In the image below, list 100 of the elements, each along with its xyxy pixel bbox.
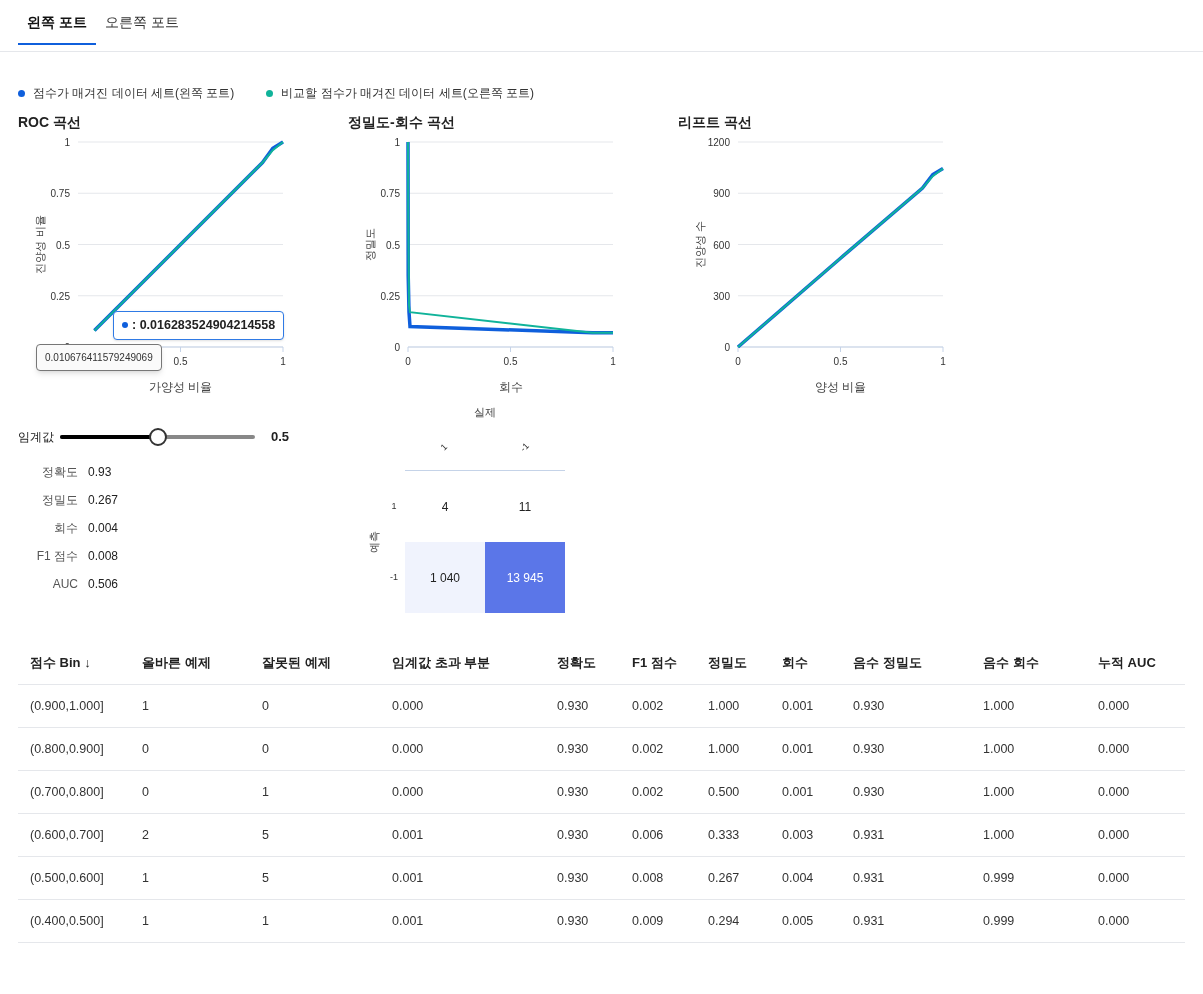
table-cell-text: 0.000	[392, 783, 425, 801]
axis-title: 실제	[474, 405, 496, 420]
table-cell-text: 1.000	[708, 697, 741, 715]
table-cell-text: 1.000	[708, 740, 741, 758]
tick-label: 0.75	[50, 188, 70, 200]
metric-label: 회수	[53, 520, 79, 537]
table-cell-text: 0.930	[853, 740, 886, 758]
tick-label: 1200	[707, 137, 730, 148]
axis-title: 진양성 수	[694, 220, 706, 269]
matrix-cell: 1 040	[405, 542, 485, 613]
table-cell-text: 0.001	[782, 740, 815, 758]
table-cell-text: 0.000	[1098, 912, 1131, 930]
table-cell-text: 0.930	[853, 783, 886, 801]
table-cell-text: 1.000	[983, 783, 1016, 801]
axis-title: 예측	[366, 531, 381, 553]
table-cell-text: 0.930	[557, 869, 590, 887]
table-cell-text: 1	[262, 912, 270, 930]
table-cell-text: 0.931	[853, 869, 886, 887]
table-cell-text: 0.333	[708, 826, 741, 844]
table-cell-text: 1	[142, 697, 150, 715]
table-cell-text: 1	[142, 869, 150, 887]
table-cell-text: 1.000	[983, 826, 1016, 844]
metric-value: 0.004	[88, 520, 119, 537]
tick-label: 0.25	[380, 290, 400, 302]
tooltip: 0.010676411579249069	[36, 344, 162, 371]
axis-title: 진양성 비율	[34, 215, 46, 274]
table-cell-text: 0.931	[853, 912, 886, 930]
tick-label: 0.5	[386, 239, 400, 251]
table-cell-text: 2	[142, 826, 150, 844]
legend-label: 비교할 점수가 매겨진 데이터 세트(오른쪽 포트)	[281, 85, 534, 102]
column-label: 1	[438, 441, 451, 455]
table-cell-text: 5	[262, 826, 270, 844]
table-cell-text: 0.002	[632, 783, 665, 801]
axis-title: 정밀도	[364, 228, 376, 261]
table-cell-text: 0.500	[708, 783, 741, 801]
table-cell-text: 0.003	[782, 826, 815, 844]
metric-label: F1 점수	[35, 548, 79, 565]
table-cell-text: 0.999	[983, 869, 1016, 887]
metric-label: 정확도	[41, 464, 79, 481]
table-cell-text: 0.000	[1098, 697, 1131, 715]
table-cell-text: (0.700,0.800]	[30, 783, 105, 801]
table-cell-text: 0.005	[782, 912, 815, 930]
table-cell-text: 0.000	[1098, 783, 1131, 801]
table-cell-text: (0.800,0.900]	[30, 740, 105, 758]
table-cell-text: 1	[262, 783, 270, 801]
tick-label: 0	[394, 342, 400, 353]
table-cell-text: (0.500,0.600]	[30, 869, 105, 887]
table-cell-text: 0.000	[1098, 740, 1131, 758]
tick-label: 0.25	[50, 290, 70, 302]
table-cell-text: 5	[262, 869, 270, 887]
tick-label: 900	[713, 188, 730, 200]
table-cell-text: 0.294	[708, 912, 741, 930]
chart-title: 리프트 곡선	[678, 113, 753, 132]
tick-label: 1	[280, 356, 286, 367]
tick-label: 1	[64, 137, 70, 148]
table-cell-text: 0.001	[782, 697, 815, 715]
tick-label: 1	[610, 356, 616, 367]
tick-label: 0	[405, 356, 411, 367]
metric-value: 0.506	[88, 576, 119, 593]
tick-label: 1	[394, 137, 400, 148]
axis-title: 회수	[498, 380, 523, 394]
table-cell-text: 0.930	[557, 697, 590, 715]
axis-title: 양성 비율	[814, 380, 867, 394]
table-cell-text: 0.002	[632, 697, 665, 715]
metric-label: AUC	[51, 576, 79, 593]
table-cell-text: 1.000	[983, 697, 1016, 715]
legend-label: 점수가 매겨진 데이터 세트(왼쪽 포트)	[33, 85, 235, 102]
tick-label: 0.5	[56, 239, 70, 251]
matrix-cell: 13 945	[485, 542, 565, 613]
table-cell-text: 0.930	[853, 697, 886, 715]
metric-value: 0.267	[88, 492, 119, 509]
tick-label: 1	[940, 356, 946, 367]
tick-label: 0.5	[503, 356, 518, 367]
table-cell-text: 0	[262, 697, 270, 715]
table-cell-text: 0.931	[853, 826, 886, 844]
tick-label: 0.5	[833, 356, 848, 367]
metric-value: 0.008	[88, 548, 119, 565]
table-cell-text: 0	[262, 740, 270, 758]
axis-title: 가양성 비율	[148, 380, 213, 394]
table-cell-text: (0.900,1.000]	[30, 697, 105, 715]
slider-label: 임계값	[18, 429, 55, 446]
table-cell-text: 0	[142, 740, 150, 758]
table-cell-text: 0.001	[782, 783, 815, 801]
slider-value: 0.5	[271, 428, 290, 447]
table-cell-text: 0.001	[392, 912, 425, 930]
table-cell-text: 0.930	[557, 826, 590, 844]
row-label: -1	[390, 570, 398, 584]
table-cell-text: 0.004	[782, 869, 815, 887]
column-label: -1	[517, 440, 532, 456]
metric-value: 0.93	[88, 464, 112, 481]
row-label: 1	[391, 499, 397, 513]
table-cell-text: 0.000	[392, 697, 425, 715]
table-cell-text: 0.000	[392, 740, 425, 758]
tick-label: 0	[724, 342, 730, 353]
table-cell-text: 0.006	[632, 826, 665, 844]
table-cell-text: 1	[142, 912, 150, 930]
table-cell-text: 0.008	[632, 869, 665, 887]
tick-label: 0.5	[173, 356, 188, 367]
tick-label: 0.75	[380, 188, 400, 200]
metric-label: 정밀도	[41, 492, 79, 509]
